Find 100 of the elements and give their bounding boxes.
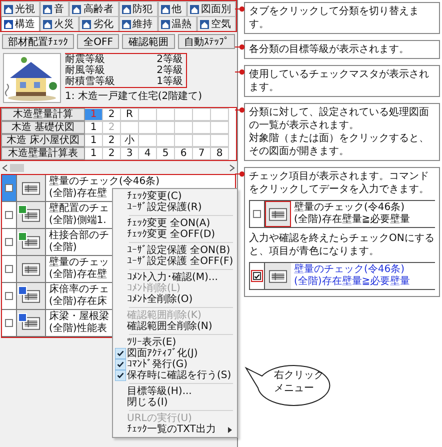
- floor-cell[interactable]: 2: [103, 147, 121, 160]
- table-cell: [211, 121, 229, 134]
- floor-cell[interactable]: 2: [103, 134, 121, 147]
- grade-name: 耐積雪等級: [65, 76, 115, 87]
- menu-item[interactable]: ﾁｪｯｸ一覧のTXT出力: [113, 424, 237, 435]
- toolbar-button[interactable]: 確認範囲: [122, 34, 175, 49]
- menu-item[interactable]: 確認範囲全削除(N): [113, 321, 237, 332]
- menu-item[interactable]: ﾕｰｻﾞ設定保護 全OFF(F): [113, 256, 237, 267]
- leader-line: [235, 44, 245, 50]
- category-tab[interactable]: 音: [40, 1, 70, 16]
- category-tab[interactable]: 火災: [40, 16, 80, 31]
- table-cell: [139, 121, 157, 134]
- checkbox[interactable]: [5, 292, 13, 300]
- row-selector[interactable]: [2, 175, 17, 201]
- floor-cell[interactable]: 8: [211, 147, 229, 160]
- category-icon: [160, 4, 170, 14]
- category-icon: [190, 4, 199, 14]
- category-tab[interactable]: 構造: [1, 16, 40, 31]
- category-tab[interactable]: 温熱: [158, 16, 197, 31]
- form-icon[interactable]: [22, 182, 40, 194]
- table-cell: [157, 134, 175, 147]
- floor-cell[interactable]: 4: [139, 147, 157, 160]
- menu-item[interactable]: ｺﾏﾝﾄﾞ発行(G): [113, 359, 237, 370]
- category-tab[interactable]: 図面別: [186, 1, 236, 16]
- check-icon: [114, 348, 126, 359]
- table-cell: [175, 121, 193, 134]
- checkbox[interactable]: [5, 319, 13, 327]
- check-title: 壁量のチェッ: [49, 257, 109, 268]
- category-icon: [4, 20, 13, 28]
- form-icon[interactable]: [22, 262, 40, 276]
- table-cell: [175, 134, 193, 147]
- leader-line: [235, 69, 245, 75]
- category-icon: [43, 20, 52, 28]
- floor-cell[interactable]: 1: [85, 134, 103, 147]
- callout-text: 分類に対して、設定されている処理図面の一覧が表示されます。: [249, 106, 430, 132]
- table-cell: [193, 134, 211, 147]
- checkbox[interactable]: [5, 265, 13, 273]
- drawing-name: 木造壁量計算表: [1, 147, 85, 160]
- floor-cell[interactable]: 1: [85, 121, 103, 134]
- category-icon: [4, 4, 13, 14]
- menu-item[interactable]: 閉じる(I): [113, 397, 237, 408]
- checkbox[interactable]: [5, 211, 13, 219]
- category-tab[interactable]: 他: [158, 1, 187, 16]
- grade-name: 耐風等級: [65, 65, 105, 76]
- checkbox[interactable]: [5, 238, 13, 246]
- category-icon: [160, 20, 170, 28]
- floor-cell[interactable]: 7: [193, 147, 211, 160]
- menu-item[interactable]: ﾁｪｯｸ変更 全OFF(D): [113, 229, 237, 240]
- floor-cell[interactable]: 2: [103, 108, 121, 121]
- category-tab[interactable]: 光視: [1, 1, 40, 16]
- category-tab[interactable]: 高齢者: [69, 1, 119, 16]
- category-icon: [122, 20, 131, 28]
- floor-cell[interactable]: 1: [85, 147, 103, 160]
- menu-item[interactable]: 保存時に確認を行う(S): [113, 370, 237, 381]
- category-tab[interactable]: 劣化: [79, 16, 119, 31]
- toolbar-button[interactable]: 部材配置ﾁｪｯｸ: [2, 34, 74, 49]
- house-drawing: [3, 53, 61, 103]
- table-cell: [139, 134, 157, 147]
- menu-item[interactable]: ｺﾒﾝﾄ入力･確認(M)...: [113, 272, 237, 283]
- table-cell: [211, 134, 229, 147]
- table-cell: [193, 121, 211, 134]
- check-detail: (全階)側端1.: [49, 215, 106, 227]
- check-title: 柱接合部のチ: [49, 230, 109, 242]
- bubble-text: 右クリック メニュー: [274, 369, 324, 395]
- menu-item[interactable]: ﾕｰｻﾞ設定保護 全ON(B): [113, 245, 237, 256]
- floor-cell[interactable]: 3: [121, 147, 139, 160]
- category-tab[interactable]: 維持: [118, 16, 158, 31]
- menu-item[interactable]: ﾕｰｻﾞ設定保護(R): [113, 202, 237, 213]
- callout-text: タブをクリックして分類を切り替えます。: [249, 5, 420, 31]
- table-cell: [121, 121, 139, 134]
- menu-item[interactable]: ﾁｪｯｸ変更(C): [113, 191, 237, 202]
- floor-cell[interactable]: R: [121, 108, 139, 121]
- menu-item[interactable]: ﾂﾘｰ表示(E): [113, 337, 237, 348]
- category-icon: [43, 4, 52, 14]
- check-title: 壁量のチェック(令46条): [294, 202, 406, 214]
- check-detail: (全階)存在床: [49, 296, 107, 308]
- toolbar-button[interactable]: 全OFF: [77, 34, 120, 49]
- horizontal-scrollbar[interactable]: [2, 163, 235, 173]
- floor-cell[interactable]: 小: [121, 134, 139, 147]
- grade-value: 2等級: [156, 54, 183, 65]
- toolbar-button[interactable]: 自動ｽﾃｯﾌﾟ: [178, 34, 235, 49]
- callout-text: 各分類の目標等級が表示されます。: [249, 43, 410, 56]
- menu-item[interactable]: ｺﾒﾝﾄ全削除(O): [113, 294, 237, 305]
- checkbox[interactable]: [5, 184, 13, 192]
- category-tab[interactable]: 防犯: [118, 1, 158, 16]
- grade-value: 2等級: [156, 65, 183, 76]
- menu-item[interactable]: ﾁｪｯｸ変更 全ON(A): [113, 218, 237, 229]
- scroll-thumb[interactable]: [10, 164, 24, 172]
- floor-cell[interactable]: 5: [157, 147, 175, 160]
- menu-item[interactable]: 目標等級(H)...: [113, 386, 237, 397]
- check-master-label: 1: 木造一戸建て住宅(2階建て): [65, 91, 204, 103]
- scroll-right-icon[interactable]: [229, 164, 235, 172]
- category-tab[interactable]: 空気: [196, 16, 236, 31]
- check-detail: (全階): [49, 242, 77, 254]
- floor-cell[interactable]: 6: [175, 147, 193, 160]
- scroll-left-icon[interactable]: [2, 164, 8, 172]
- form-icon: [269, 208, 287, 220]
- check-icon: [114, 370, 126, 381]
- menu-item[interactable]: 図面ｱｸﾃｨﾌﾞ化(J): [113, 348, 237, 359]
- check-icon: [114, 359, 126, 370]
